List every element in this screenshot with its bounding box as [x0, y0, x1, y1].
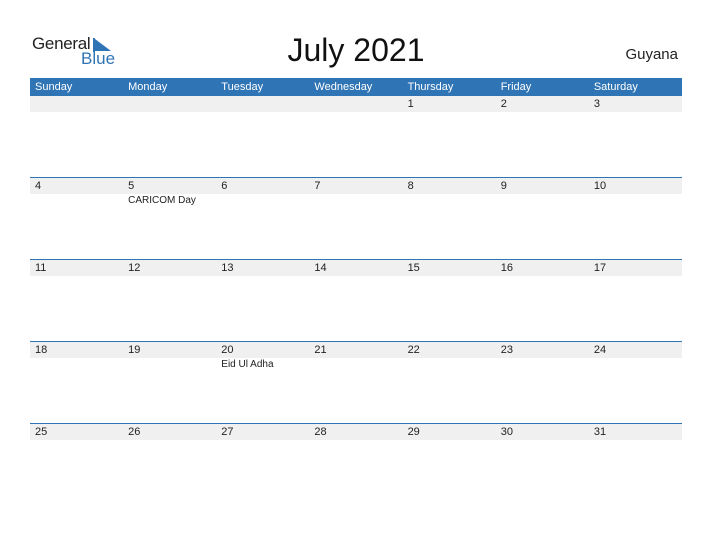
- weekday-monday: Monday: [128, 81, 168, 93]
- holiday-event: [589, 358, 682, 371]
- day-number: 4: [35, 180, 42, 192]
- week-events: Eid Ul Adha: [30, 358, 682, 371]
- calendar-week: 11 12 13 14 15 16 17: [30, 259, 682, 341]
- weekday-wednesday: Wednesday: [314, 81, 373, 93]
- calendar-week: 25 26 27 28 29 30 31: [30, 423, 682, 505]
- holiday-event: [123, 358, 216, 371]
- weekday-header: Sunday Monday Tuesday Wednesday Thursday…: [30, 78, 682, 96]
- day-number: 15: [407, 262, 420, 274]
- holiday-event: [309, 194, 402, 207]
- day-number: 5: [128, 180, 135, 192]
- country-label: Guyana: [625, 46, 678, 63]
- day-number: 6: [221, 180, 228, 192]
- day-number: 28: [314, 426, 327, 438]
- day-number: 27: [221, 426, 234, 438]
- day-number: 3: [593, 98, 600, 110]
- holiday-event: Eid Ul Adha: [221, 359, 274, 370]
- day-number: 12: [128, 262, 141, 274]
- day-number: 31: [593, 426, 607, 438]
- day-number: 22: [407, 344, 420, 356]
- day-number: 21: [314, 344, 327, 356]
- weekday-sunday: Sunday: [35, 81, 73, 93]
- day-number: 18: [35, 344, 48, 356]
- day-number: 13: [221, 262, 234, 274]
- day-number: [216, 96, 309, 112]
- holiday-event: [30, 358, 123, 371]
- day-number: 2: [500, 98, 507, 110]
- day-number: 20: [221, 344, 234, 356]
- holiday-event: [496, 358, 589, 371]
- week-day-numbers: 18 19 20 21 22 23 24: [30, 342, 682, 358]
- day-number: 29: [407, 426, 420, 438]
- holiday-event: [403, 194, 496, 207]
- holiday-event: [216, 194, 309, 207]
- day-number: 26: [128, 426, 141, 438]
- day-number: 10: [593, 180, 607, 192]
- holiday-event: CARICOM Day: [128, 195, 196, 206]
- day-number: [30, 96, 123, 112]
- day-number: 19: [128, 344, 141, 356]
- day-number: [309, 96, 402, 112]
- day-number: 7: [314, 180, 321, 192]
- day-number: 8: [407, 180, 414, 192]
- calendar-grid: Sunday Monday Tuesday Wednesday Thursday…: [30, 78, 682, 505]
- holiday-event: [496, 194, 589, 207]
- day-number: 23: [500, 344, 513, 356]
- weekday-friday: Friday: [500, 81, 532, 93]
- week-events: CARICOM Day: [30, 194, 682, 207]
- day-number: 25: [35, 426, 48, 438]
- day-number: 16: [500, 262, 513, 274]
- calendar-title: July 2021: [287, 32, 425, 68]
- day-number: 1: [407, 98, 414, 110]
- day-number: 17: [593, 262, 607, 274]
- day-number: 30: [500, 426, 513, 438]
- calendar-week: 4 5 6 7 8 9 10 CARICOM Day: [30, 177, 682, 259]
- day-number: 9: [500, 180, 507, 192]
- holiday-event: [30, 194, 123, 207]
- weekday-thursday: Thursday: [407, 81, 454, 93]
- week-day-numbers: 25 26 27 28 29 30 31: [30, 424, 682, 440]
- calendar-week: 1 2 3: [30, 96, 682, 177]
- weekday-saturday: Saturday: [593, 81, 638, 93]
- week-day-numbers: 4 5 6 7 8 9 10: [30, 178, 682, 194]
- day-number: 11: [35, 262, 47, 274]
- holiday-event: [309, 358, 402, 371]
- holiday-event: [589, 194, 682, 207]
- week-day-numbers: 11 12 13 14 15 16 17: [30, 260, 682, 276]
- day-number: [123, 96, 216, 112]
- day-number: 24: [593, 344, 607, 356]
- calendar-week: 18 19 20 21 22 23 24 Eid Ul Adha: [30, 341, 682, 423]
- week-day-numbers: 1 2 3: [30, 96, 682, 112]
- holiday-event: [403, 358, 496, 371]
- day-number: 14: [314, 262, 327, 274]
- weekday-tuesday: Tuesday: [221, 81, 264, 93]
